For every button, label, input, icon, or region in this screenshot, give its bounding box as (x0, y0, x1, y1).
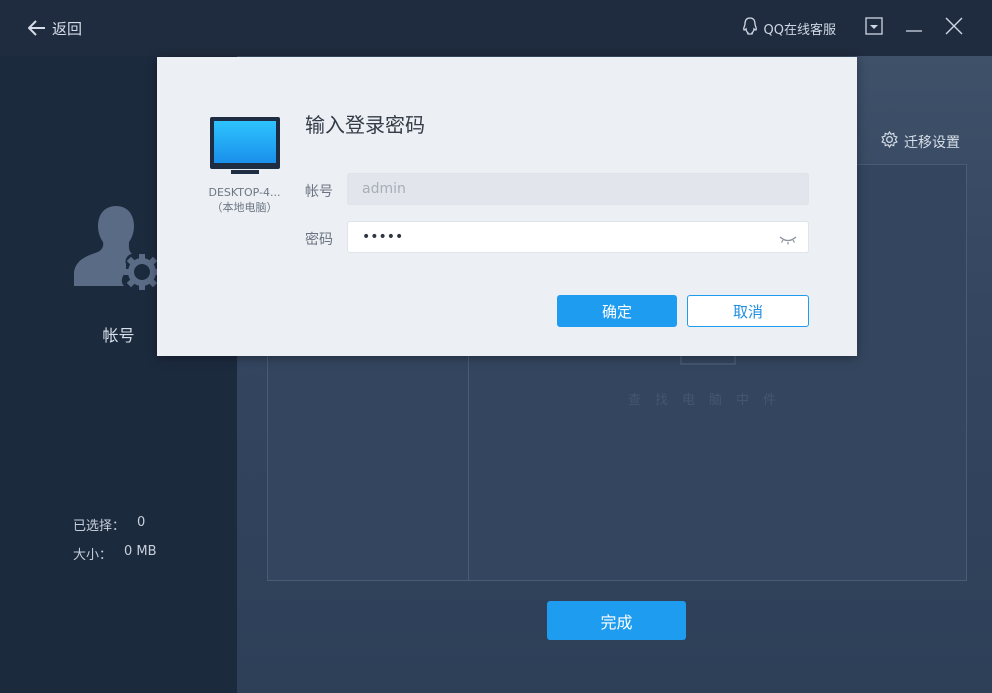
migrate-settings-button[interactable]: 迁移设置 (881, 130, 960, 152)
menu-dropdown-button[interactable] (854, 16, 894, 40)
computer-icon (209, 116, 281, 180)
selected-label: 已选择： (73, 519, 126, 534)
device-name-text: DESKTOP-4... (208, 186, 281, 199)
size-label: 大小： (73, 548, 113, 563)
minimize-icon (905, 17, 923, 39)
account-label: 帐号 (305, 184, 333, 200)
user-settings-icon (72, 202, 160, 296)
qq-label: QQ在线客服 (763, 22, 836, 38)
migrate-settings-label: 迁移设置 (904, 134, 960, 151)
empty-state-icon (680, 355, 736, 365)
dropdown-box-icon (865, 17, 883, 39)
empty-state-text: 查找电脑中件 (628, 393, 791, 408)
device-sub-text: （本地电脑） (211, 201, 278, 214)
selected-stat: 已选择： 0 (73, 515, 145, 534)
minimize-button[interactable] (894, 16, 934, 40)
title-controls: QQ在线客服 (741, 16, 974, 40)
qq-icon (741, 16, 759, 40)
title-bar: 返回 QQ在线客服 (0, 0, 992, 56)
size-stat: 大小： 0 MB (73, 544, 157, 563)
eye-closed-icon[interactable] (779, 231, 797, 250)
dialog-title: 输入登录密码 (305, 113, 425, 137)
device-name: DESKTOP-4... （本地电脑） (197, 185, 292, 215)
password-field[interactable] (347, 221, 809, 253)
app-window: 返回 QQ在线客服 帐号 已选择： 0 大小： 0 MB 迁移设置 查找电脑中件… (0, 0, 992, 693)
selected-value: 0 (137, 515, 146, 530)
cancel-button[interactable]: 取消 (687, 295, 809, 327)
back-button[interactable]: 返回 (28, 17, 82, 39)
back-label: 返回 (52, 19, 83, 38)
size-value: 0 MB (124, 544, 157, 559)
back-arrow-icon (28, 20, 46, 36)
qq-support-link[interactable]: QQ在线客服 (741, 16, 836, 40)
confirm-button[interactable]: 确定 (557, 295, 677, 327)
close-button[interactable] (934, 16, 974, 40)
gear-icon (881, 130, 898, 152)
password-label: 密码 (305, 232, 333, 248)
done-button[interactable]: 完成 (547, 601, 686, 640)
account-field[interactable] (347, 173, 809, 205)
close-icon (945, 17, 963, 39)
login-password-dialog: DESKTOP-4... （本地电脑） 输入登录密码 帐号 密码 确定 取消 (157, 57, 857, 356)
